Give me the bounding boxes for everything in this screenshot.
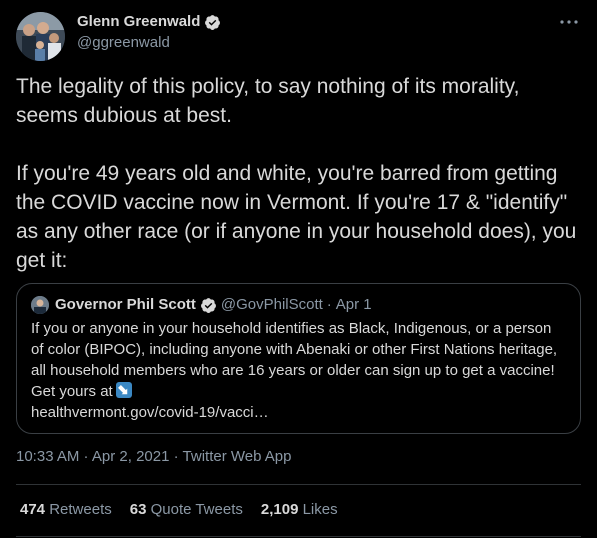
tweet-metadata: 10:33 AM · Apr 2, 2021 · Twitter Web App (16, 447, 291, 467)
tweet-time[interactable]: 10:33 AM (16, 448, 79, 465)
quoted-author-name: Governor Phil Scott (55, 296, 196, 313)
arrow-down-right-emoji-icon (115, 382, 132, 398)
quoted-link[interactable]: healthvermont.gov/covid-19/vacci… (31, 404, 269, 421)
tweet: Glenn Greenwald @ggreenwald The legality… (0, 0, 597, 538)
quoted-tweet-card[interactable]: Governor Phil Scott @GovPhilScott · Apr … (16, 283, 581, 434)
quote-tweets-count: 63 (129, 501, 147, 518)
tweet-source-app[interactable]: Twitter Web App (183, 448, 292, 465)
tweet-stats: 474 Retweets 63 Quote Tweets 2,109 Likes (20, 500, 338, 520)
quoted-tweet-header: Governor Phil Scott @GovPhilScott · Apr … (31, 295, 372, 315)
quoted-text-body: If you or anyone in your household ident… (31, 320, 558, 400)
quoted-tweet-text: If you or anyone in your household ident… (31, 318, 567, 423)
quote-tweets-stat[interactable]: 63 Quote Tweets (130, 500, 243, 520)
more-options-icon[interactable] (557, 10, 581, 34)
tweet-date[interactable]: Apr 2, 2021 (92, 448, 170, 465)
quoted-author-avatar (31, 296, 49, 314)
quoted-author-handle: @GovPhilScott (220, 296, 323, 313)
quoted-date: Apr 1 (335, 296, 372, 313)
quoted-separator: · (326, 296, 332, 313)
likes-stat[interactable]: 2,109 Likes (261, 500, 338, 520)
divider (16, 536, 581, 537)
verified-badge-icon (204, 14, 221, 31)
quote-tweets-label: Quote Tweets (150, 501, 243, 518)
tweet-paragraph: If you're 49 years old and white, you're… (16, 162, 577, 272)
author-handle[interactable]: @ggreenwald (77, 33, 170, 53)
author-name[interactable]: Glenn Greenwald (77, 12, 200, 32)
tweet-text: The legality of this policy, to say noth… (16, 72, 584, 275)
author-name-row[interactable]: Glenn Greenwald (77, 12, 221, 32)
meta-separator: · (169, 448, 183, 465)
meta-separator: · (79, 448, 92, 465)
verified-badge-icon (200, 297, 217, 314)
retweets-label: Retweets (49, 501, 112, 518)
author-avatar[interactable] (16, 12, 65, 61)
retweets-stat[interactable]: 474 Retweets (20, 500, 112, 520)
avatar-image (16, 12, 65, 61)
retweets-count: 474 (20, 501, 46, 518)
divider (16, 484, 581, 485)
likes-count: 2,109 (260, 501, 299, 518)
tweet-paragraph: The legality of this policy, to say noth… (16, 75, 520, 127)
likes-label: Likes (302, 501, 338, 518)
